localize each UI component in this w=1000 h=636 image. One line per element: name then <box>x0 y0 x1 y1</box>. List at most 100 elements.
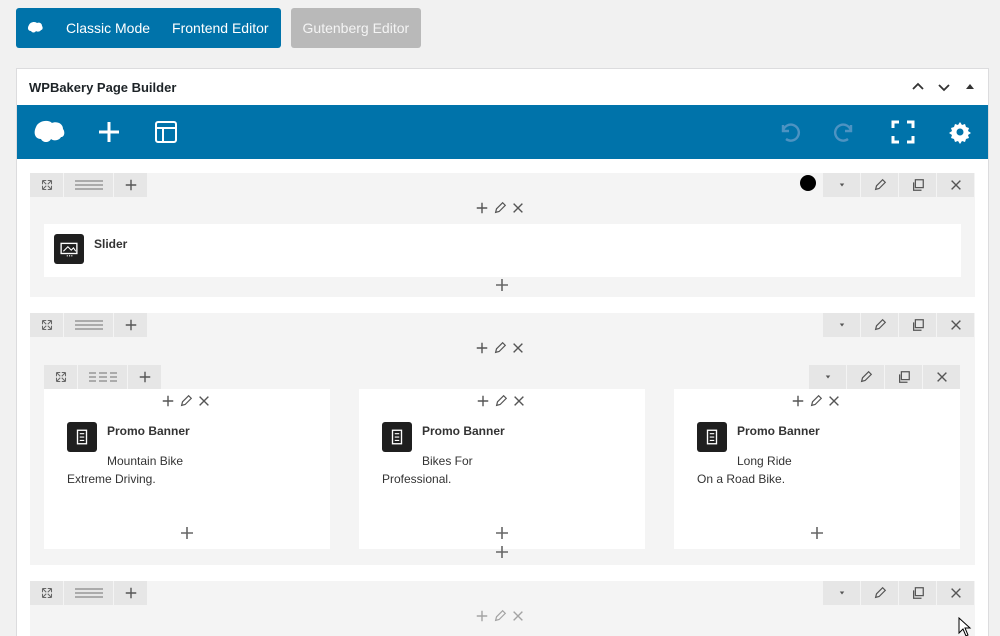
redo-icon[interactable] <box>833 119 859 145</box>
row-slider: Slider <box>30 173 975 297</box>
row-layout-button[interactable] <box>64 313 114 337</box>
row-add-button[interactable] <box>114 313 148 337</box>
inner-row-controls-left <box>44 365 162 389</box>
row-edit-button[interactable] <box>861 581 899 605</box>
expand-icon <box>41 179 53 191</box>
row-clone-button[interactable] <box>899 581 937 605</box>
move-up-icon[interactable] <box>910 79 926 95</box>
plus-icon[interactable] <box>161 394 175 408</box>
caret-down-icon <box>836 587 848 599</box>
close-icon[interactable] <box>512 394 526 408</box>
banner-icon <box>703 428 721 446</box>
inner-row-toggle-button[interactable] <box>809 365 847 389</box>
column-3: Promo Banner Long Ride On a Road Bike. <box>674 389 960 549</box>
column-1: Promo Banner Mountain Bike Extreme Drivi… <box>44 389 330 549</box>
close-icon[interactable] <box>827 394 841 408</box>
element-text-line1: Long Ride <box>737 454 792 468</box>
row-expand-button[interactable] <box>30 313 64 337</box>
inner-row-clone-button[interactable] <box>885 365 923 389</box>
column-tools <box>791 394 841 408</box>
slider-element-icon <box>54 234 84 264</box>
pencil-icon[interactable] <box>493 609 507 623</box>
caret-down-icon <box>836 319 848 331</box>
fullscreen-icon[interactable] <box>890 119 916 145</box>
plus-icon[interactable] <box>476 394 490 408</box>
element-text-line2: On a Road Bike. <box>697 472 786 486</box>
row-delete-button[interactable] <box>937 581 975 605</box>
close-icon[interactable] <box>511 201 525 215</box>
row-toggle-button[interactable] <box>823 173 861 197</box>
plus-icon[interactable] <box>475 201 489 215</box>
pencil-icon <box>873 318 887 332</box>
element-text-line1: Mountain Bike <box>107 454 184 468</box>
element-text-line1: Bikes For <box>422 454 473 468</box>
close-icon[interactable] <box>511 609 525 623</box>
row-add-button[interactable] <box>114 581 148 605</box>
move-down-icon[interactable] <box>936 79 952 95</box>
row-toggle-button[interactable] <box>823 313 861 337</box>
row-edit-button[interactable] <box>861 173 899 197</box>
row-3 <box>30 581 975 636</box>
row-clone-button[interactable] <box>899 313 937 337</box>
row-expand-button[interactable] <box>30 581 64 605</box>
inner-row-edit-button[interactable] <box>847 365 885 389</box>
inner-row-controls-right <box>809 365 961 389</box>
row-promo-banners: Promo Banner Mountain Bike Extreme Drivi… <box>30 313 975 565</box>
element-title: Promo Banner <box>107 424 190 438</box>
pencil-icon <box>873 586 887 600</box>
plus-icon[interactable] <box>475 609 489 623</box>
add-element-plus-icon[interactable] <box>494 544 510 560</box>
classic-mode-button[interactable]: Classic Mode <box>66 20 150 36</box>
add-element-plus-icon[interactable] <box>494 525 510 541</box>
panel-header: WPBakery Page Builder <box>17 69 988 106</box>
inner-row-delete-button[interactable] <box>923 365 961 389</box>
row-clone-button[interactable] <box>899 173 937 197</box>
inner-row-expand-button[interactable] <box>44 365 78 389</box>
add-element-plus-icon[interactable] <box>494 277 510 293</box>
builder-canvas: Slider Promo Banner Mountain Bike Extrem… <box>17 159 988 636</box>
close-icon[interactable] <box>511 341 525 355</box>
row-delete-button[interactable] <box>937 313 975 337</box>
pencil-icon[interactable] <box>493 341 507 355</box>
wpbakery-logo-icon <box>27 21 43 33</box>
banner-icon <box>388 428 406 446</box>
close-icon[interactable] <box>197 394 211 408</box>
templates-icon[interactable] <box>153 119 179 145</box>
row-layout-icon <box>74 177 104 193</box>
pencil-icon[interactable] <box>493 201 507 215</box>
row-controls-right <box>823 581 975 605</box>
wpbakery-logo-icon[interactable] <box>31 118 67 146</box>
copy-icon <box>911 178 925 192</box>
pencil-icon[interactable] <box>494 394 508 408</box>
collapse-panel-icon[interactable] <box>962 79 978 95</box>
gutenberg-editor-button[interactable]: Gutenberg Editor <box>290 8 422 48</box>
element-text-line2: Extreme Driving. <box>67 472 156 486</box>
element-title: Promo Banner <box>422 424 505 438</box>
row-controls-left <box>30 581 148 605</box>
frontend-editor-button[interactable]: Frontend Editor <box>172 20 269 36</box>
close-icon <box>949 178 963 192</box>
copy-icon <box>911 586 925 600</box>
caret-down-icon <box>836 179 848 191</box>
row-delete-button[interactable] <box>937 173 975 197</box>
row-layout-button[interactable] <box>64 173 114 197</box>
builder-toolbar <box>17 105 988 159</box>
add-element-icon[interactable] <box>96 119 122 145</box>
pencil-icon[interactable] <box>809 394 823 408</box>
plus-icon[interactable] <box>475 341 489 355</box>
pencil-icon[interactable] <box>179 394 193 408</box>
row-layout-button[interactable] <box>64 581 114 605</box>
row-edit-button[interactable] <box>861 313 899 337</box>
add-element-plus-icon[interactable] <box>809 525 825 541</box>
slider-element[interactable]: Slider <box>44 224 961 277</box>
add-element-plus-icon[interactable] <box>179 525 195 541</box>
undo-icon[interactable] <box>775 119 801 145</box>
row-expand-button[interactable] <box>30 173 64 197</box>
plus-icon[interactable] <box>791 394 805 408</box>
pencil-icon <box>873 178 887 192</box>
row-add-button[interactable] <box>114 173 148 197</box>
inner-row-add-button[interactable] <box>128 365 162 389</box>
settings-icon[interactable] <box>947 119 973 145</box>
row-toggle-button[interactable] <box>823 581 861 605</box>
inner-row-layout-button[interactable] <box>78 365 128 389</box>
